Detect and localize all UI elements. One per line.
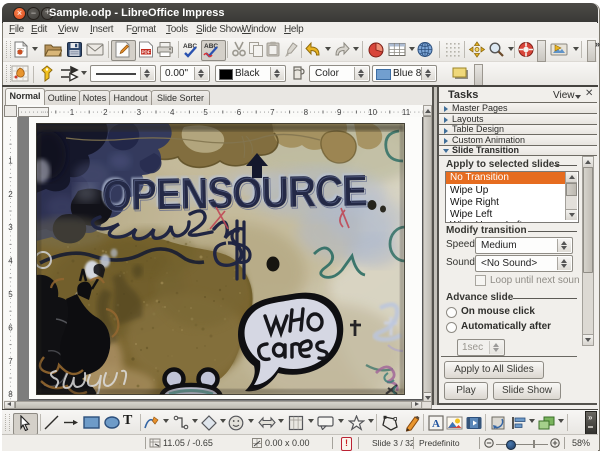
svg-text:1: 1 (70, 108, 75, 117)
svg-text:10: 10 (368, 108, 377, 117)
svg-text:11: 11 (402, 108, 411, 117)
svg-text:A: A (432, 418, 440, 430)
svg-text:4: 4 (170, 108, 175, 117)
svg-text:PDF: PDF (142, 50, 151, 55)
svg-text:3: 3 (137, 108, 142, 117)
svg-text:5: 5 (203, 108, 208, 117)
svg-text:9: 9 (337, 108, 342, 117)
svg-text:2: 2 (103, 108, 108, 117)
svg-text:7: 7 (270, 108, 275, 117)
svg-text:6: 6 (237, 108, 242, 117)
svg-text:8: 8 (304, 108, 309, 117)
